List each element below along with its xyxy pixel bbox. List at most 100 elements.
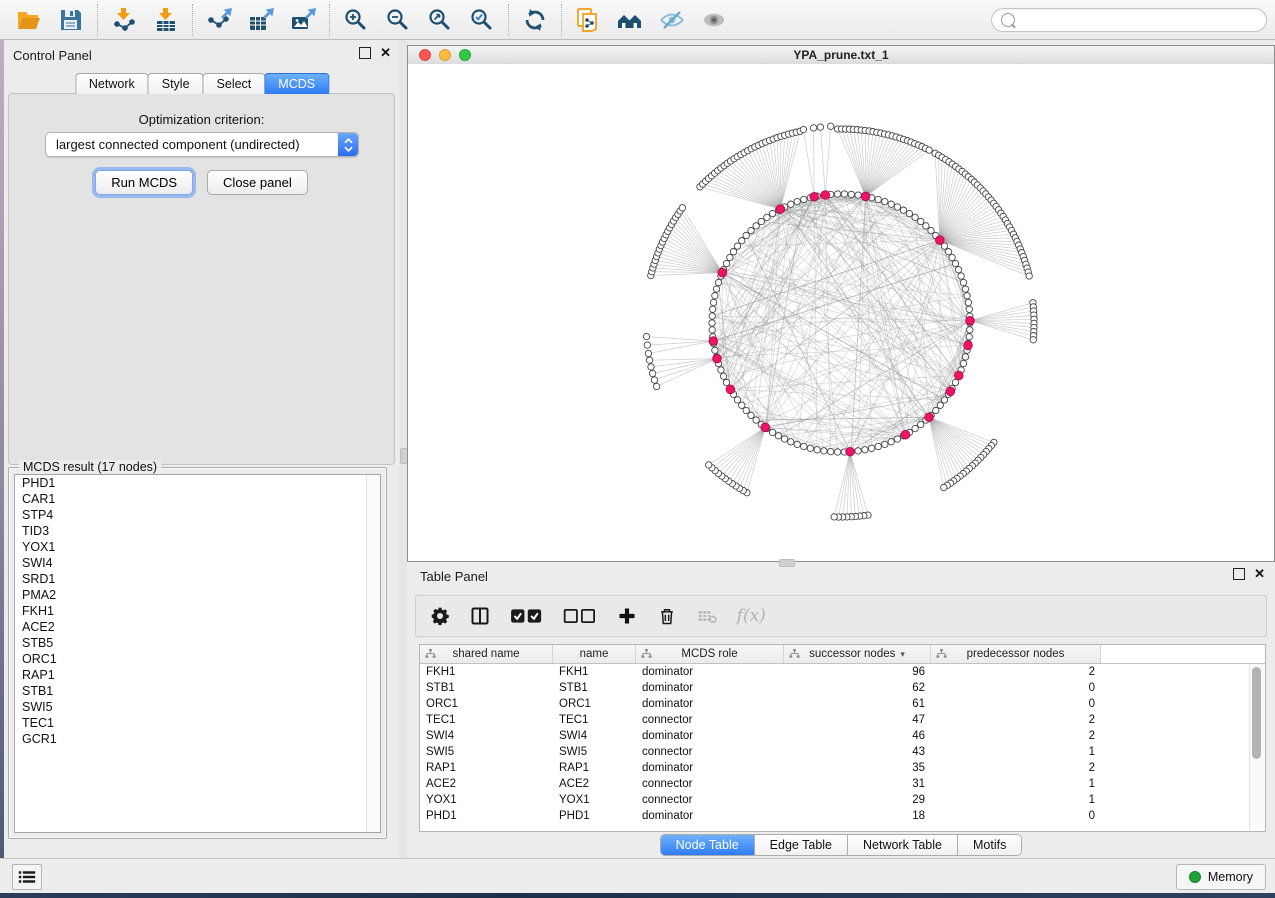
task-history-button[interactable] <box>12 864 42 890</box>
select-all-rows-button[interactable] <box>510 603 543 629</box>
tab-edge-table[interactable]: Edge Table <box>755 835 848 855</box>
tab-network-table[interactable]: Network Table <box>848 835 958 855</box>
mcds-result-item[interactable]: PMA2 <box>15 587 380 603</box>
vertical-splitter[interactable] <box>399 40 407 858</box>
mcds-result-item[interactable]: ACE2 <box>15 619 380 635</box>
tab-node-table[interactable]: Node Table <box>661 835 755 855</box>
float-panel-icon[interactable] <box>359 47 371 59</box>
close-panel-button[interactable]: Close panel <box>207 170 308 195</box>
mcds-result-item[interactable]: CAR1 <box>15 491 380 507</box>
mcds-result-item[interactable]: STP4 <box>15 507 380 523</box>
column-header-name[interactable]: name <box>553 645 636 663</box>
mcds-result-item[interactable]: SWI5 <box>15 699 380 715</box>
mcds-result-item[interactable]: YOX1 <box>15 539 380 555</box>
table-cell: 2 <box>931 762 1101 774</box>
import-table-button[interactable] <box>145 3 187 37</box>
memory-label: Memory <box>1208 870 1253 884</box>
mcds-result-item[interactable]: TID3 <box>15 523 380 539</box>
table-row[interactable]: SWI5SWI5connector431 <box>420 744 1265 760</box>
table-row[interactable]: STB1STB1dominator620 <box>420 680 1265 696</box>
table-cell: TEC1 <box>553 714 636 726</box>
table-row[interactable]: ORC1ORC1dominator610 <box>420 696 1265 712</box>
table-row[interactable]: FKH1FKH1dominator962 <box>420 664 1265 680</box>
table-row[interactable]: ACE2ACE2connector311 <box>420 776 1265 792</box>
network-window-titlebar[interactable]: YPA_prune.txt_1 <box>408 46 1274 65</box>
zoom-selected-button[interactable] <box>461 3 503 37</box>
mcds-result-item[interactable]: SRD1 <box>15 571 380 587</box>
delete-rows-button[interactable] <box>657 603 677 629</box>
export-network-button[interactable] <box>198 3 240 37</box>
table-row[interactable]: RAP1RAP1dominator352 <box>420 760 1265 776</box>
column-header-predecessor-nodes[interactable]: predecessor nodes <box>931 645 1101 663</box>
clone-network-button[interactable] <box>567 3 609 37</box>
tab-select[interactable]: Select <box>203 73 266 94</box>
zoom-in-button[interactable] <box>335 3 377 37</box>
export-image-button[interactable] <box>282 3 324 37</box>
zoom-fit-button[interactable] <box>419 3 461 37</box>
run-mcds-button[interactable]: Run MCDS <box>95 170 193 195</box>
deselect-all-rows-button[interactable] <box>563 603 596 629</box>
table-cell: SWI5 <box>420 746 553 758</box>
column-header-MCDS-role[interactable]: MCDS role <box>636 645 784 663</box>
first-neighbors-button[interactable] <box>609 3 651 37</box>
zoom-out-button[interactable] <box>377 3 419 37</box>
mcds-result-item[interactable]: PHD1 <box>15 475 380 491</box>
attribute-icon <box>641 649 652 662</box>
open-file-button[interactable] <box>8 3 50 37</box>
table-row[interactable]: TEC1TEC1connector472 <box>420 712 1265 728</box>
function-builder-button: f(x) <box>737 603 766 629</box>
zoom-out-icon <box>385 7 411 33</box>
network-canvas[interactable] <box>408 64 1274 561</box>
show-all-button[interactable] <box>693 3 735 37</box>
tab-motifs[interactable]: Motifs <box>958 835 1021 855</box>
table-row[interactable]: YOX1YOX1connector291 <box>420 792 1265 808</box>
close-panel-icon[interactable]: ✕ <box>380 48 391 58</box>
mcds-result-item[interactable]: FKH1 <box>15 603 380 619</box>
column-header-successor-nodes[interactable]: successor nodes▾ <box>784 645 931 663</box>
mcds-result-item[interactable]: GCR1 <box>15 731 380 747</box>
memory-button[interactable]: Memory <box>1176 864 1266 890</box>
control-panel-tabs: NetworkStyleSelectMCDS <box>75 73 328 94</box>
attribute-icon <box>425 649 436 662</box>
refresh-layout-icon <box>522 7 548 33</box>
table-cell: 35 <box>784 762 931 774</box>
attribute-icon <box>936 649 947 662</box>
table-cell: 2 <box>931 730 1101 742</box>
table-scrollbar-thumb[interactable] <box>1252 667 1261 759</box>
table-row[interactable]: PHD1PHD1dominator180 <box>420 808 1265 824</box>
refresh-layout-button[interactable] <box>514 3 556 37</box>
mcds-result-item[interactable]: SWI4 <box>15 555 380 571</box>
desktop-edge-bottom <box>0 893 1275 898</box>
criterion-dropdown[interactable]: largest connected component (undirected) <box>45 132 359 157</box>
table-row[interactable]: SWI4SWI4dominator462 <box>420 728 1265 744</box>
mcds-result-item[interactable]: STB5 <box>15 635 380 651</box>
hide-selected-button[interactable] <box>651 3 693 37</box>
close-table-panel-icon[interactable]: ✕ <box>1254 569 1265 579</box>
mcds-list-scrollbar[interactable] <box>366 475 380 832</box>
table-settings-button[interactable] <box>430 603 450 629</box>
dropdown-stepper-icon <box>338 133 358 156</box>
column-header-shared-name[interactable]: shared name <box>420 645 553 663</box>
function-icon: f(x) <box>737 606 766 626</box>
add-column-button[interactable] <box>617 603 637 629</box>
float-table-panel-icon[interactable] <box>1233 568 1245 580</box>
search-input[interactable] <box>1021 12 1257 28</box>
horizontal-splitter-grip[interactable] <box>779 559 795 567</box>
tab-mcds[interactable]: MCDS <box>264 73 329 94</box>
mcds-result-item[interactable]: RAP1 <box>15 667 380 683</box>
table-cell: ACE2 <box>553 778 636 790</box>
mcds-result-item[interactable]: TEC1 <box>15 715 380 731</box>
tab-style[interactable]: Style <box>148 73 204 94</box>
export-table-button[interactable] <box>240 3 282 37</box>
table-cell: 0 <box>931 682 1101 694</box>
mcds-result-item[interactable]: ORC1 <box>15 651 380 667</box>
tab-network[interactable]: Network <box>75 73 149 94</box>
table-cell: 43 <box>784 746 931 758</box>
mcds-result-item[interactable]: STB1 <box>15 683 380 699</box>
import-network-button[interactable] <box>103 3 145 37</box>
table-cell: 1 <box>931 746 1101 758</box>
show-columns-button[interactable] <box>470 603 490 629</box>
search-box[interactable] <box>991 8 1267 32</box>
save-session-button[interactable] <box>50 3 92 37</box>
table-scrollbar[interactable] <box>1249 664 1264 830</box>
